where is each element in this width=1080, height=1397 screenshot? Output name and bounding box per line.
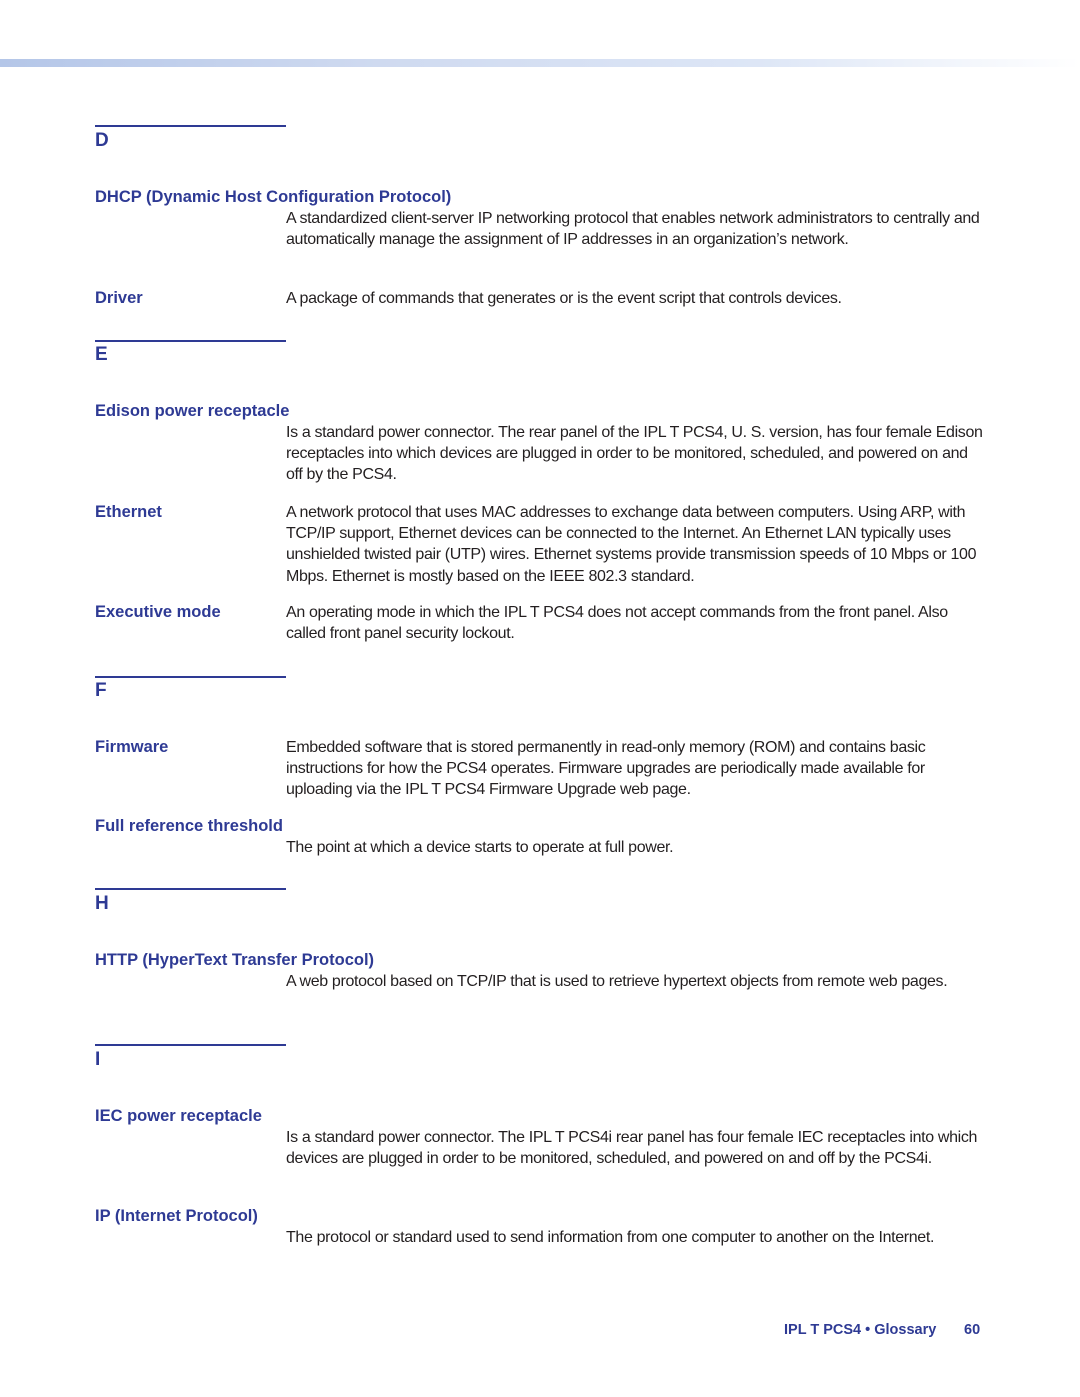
glossary-definition-iec-power-receptacle: Is a standard power connector. The IPL T… xyxy=(286,1129,978,1168)
header-gradient-band xyxy=(0,59,1080,67)
glossary-definition-edison-power-receptacle: Is a standard power connector. The rear … xyxy=(286,424,983,484)
glossary-definition-full-reference-threshold: The point at which a device starts to op… xyxy=(286,839,674,856)
glossary-definition-driver: A package of commands that generates or … xyxy=(286,290,842,307)
page-footer: IPL T PCS4 • Glossary 60 xyxy=(784,1322,980,1338)
glossary-term-edison-power-receptacle: Edison power receptacle xyxy=(95,402,290,420)
section-rule xyxy=(95,125,286,127)
glossary-term-ip: IP (Internet Protocol) xyxy=(95,1207,258,1225)
glossary-term-executive-mode: Executive mode xyxy=(95,603,221,621)
section-letter-e: E xyxy=(95,344,108,365)
glossary-term-iec-power-receptacle: IEC power receptacle xyxy=(95,1107,262,1125)
glossary-definition-dhcp: A standardized client-server IP networki… xyxy=(286,210,980,249)
glossary-definition-executive-mode: An operating mode in which the IPL T PCS… xyxy=(286,604,948,643)
footer-title: IPL T PCS4 • Glossary xyxy=(784,1322,937,1338)
section-rule xyxy=(95,1044,286,1046)
page-number: 60 xyxy=(964,1322,981,1338)
section-rule xyxy=(95,340,286,342)
section-letter-h: H xyxy=(95,893,109,914)
section-letter-d: D xyxy=(95,130,109,151)
glossary-term-driver: Driver xyxy=(95,289,143,307)
glossary-term-full-reference-threshold: Full reference threshold xyxy=(95,817,283,835)
glossary-definition-http: A web protocol based on TCP/IP that is u… xyxy=(286,973,948,990)
section-letter-i: I xyxy=(95,1049,101,1070)
glossary-definition-ip: The protocol or standard used to send in… xyxy=(286,1229,935,1246)
glossary-term-dhcp: DHCP (Dynamic Host Configuration Protoco… xyxy=(95,188,452,206)
section-rule xyxy=(95,676,286,678)
glossary-term-ethernet: Ethernet xyxy=(95,503,162,521)
section-rule xyxy=(95,888,286,890)
glossary-definition-ethernet: A network protocol that uses MAC address… xyxy=(286,504,977,585)
glossary-definition-firmware: Embedded software that is stored permane… xyxy=(286,739,926,799)
glossary-term-firmware: Firmware xyxy=(95,738,169,756)
section-letter-f: F xyxy=(95,680,107,701)
glossary-term-http: HTTP (HyperText Transfer Protocol) xyxy=(95,951,375,969)
